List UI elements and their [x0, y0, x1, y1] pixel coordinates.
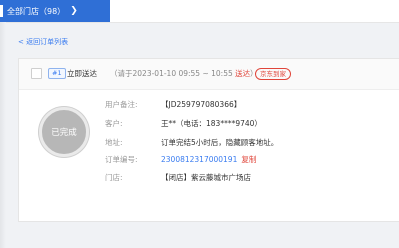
delivery-type-label: 立即送达 [67, 69, 97, 78]
chevron-right-icon: ❯ [70, 6, 78, 16]
customer-label: 客户: [105, 119, 123, 128]
order-card-header: #1 立即送达 （请于2023-01-10 09:55 ~ 10:55 送达） … [19, 59, 399, 90]
card-footer [18, 203, 399, 222]
customer-value: 王**（电话：183****9740） [161, 119, 262, 128]
store-label: 门店: [105, 173, 123, 182]
order-select-checkbox[interactable] [31, 68, 42, 79]
remark-value: 【JD259797080366】 [161, 100, 242, 109]
copy-button[interactable]: 复制 [241, 155, 256, 164]
customer-row: 客户: 王**（电话：183****9740） [105, 118, 262, 129]
left-edge [0, 22, 6, 248]
arrival-status: 送达 [235, 69, 251, 78]
store-row: 门店: 【闭店】紫云藤城市广场店 [105, 172, 251, 183]
store-selector-label: 全部门店（98） [7, 6, 66, 16]
back-to-orders-link[interactable]: < 返回订单列表 [18, 37, 68, 47]
arrival-window-text: （请于2023-01-10 09:55 ~ 10:55 [110, 69, 236, 78]
channel-badge: 京东到家 [255, 68, 291, 80]
order-number-row: 订单编号: 2300812317000191 复制 [105, 154, 256, 165]
order-index-badge: #1 [48, 68, 66, 79]
store-selector-button[interactable]: 全部门店（98） ❯ [0, 0, 110, 22]
address-label: 地址: [105, 138, 123, 147]
arrival-window: （请于2023-01-10 09:55 ~ 10:55 送达） [110, 68, 258, 79]
top-bar: 全部门店（98） ❯ [0, 0, 399, 23]
status-stamp: 已完成 [39, 107, 89, 157]
order-number-link[interactable]: 2300812317000191 [161, 155, 237, 164]
selector-indicator [0, 5, 3, 17]
store-value: 【闭店】紫云藤城市广场店 [161, 173, 251, 182]
remark-row: 用户备注: 【JD259797080366】 [105, 99, 241, 110]
order-number-label: 订单编号: [105, 155, 138, 164]
remark-label: 用户备注: [105, 100, 138, 109]
order-card: #1 立即送达 （请于2023-01-10 09:55 ~ 10:55 送达） … [18, 58, 399, 205]
address-row: 地址: 订单完结5小时后，隐藏顾客地址。 [105, 137, 278, 148]
address-value: 订单完结5小时后，隐藏顾客地址。 [161, 138, 279, 147]
